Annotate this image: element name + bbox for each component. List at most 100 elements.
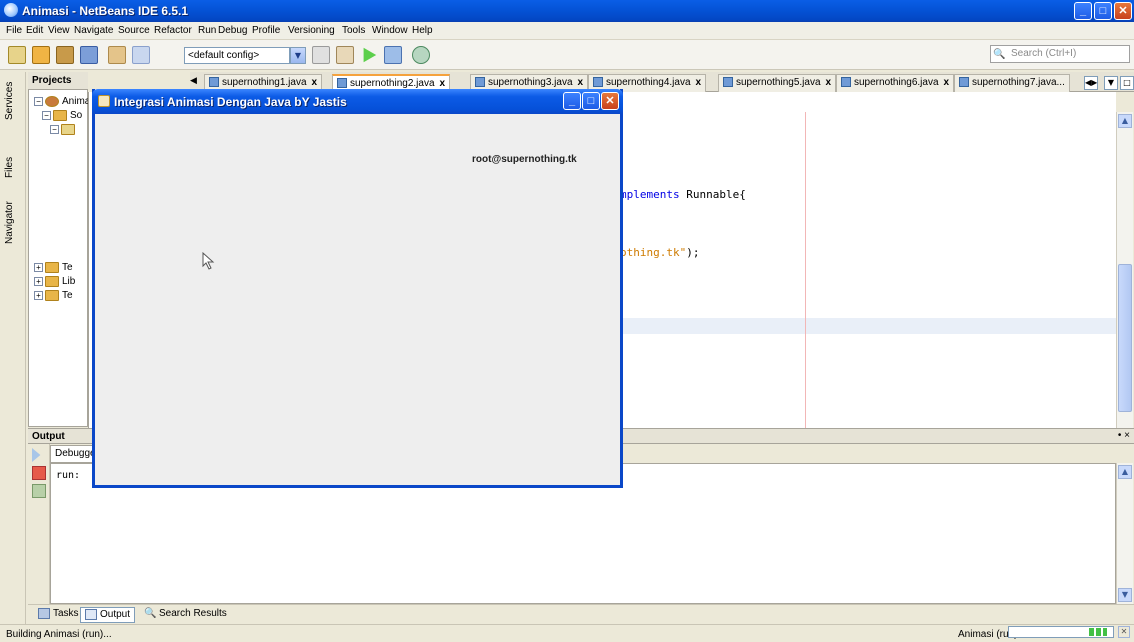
java-cup-icon	[98, 95, 110, 107]
tab-search-results[interactable]: 🔍 Search Results	[140, 607, 231, 623]
menu-profile[interactable]: Profile	[252, 25, 280, 36]
folder-icon	[45, 262, 59, 273]
menu-navigate[interactable]: Navigate	[74, 25, 113, 36]
close-tab-icon[interactable]: x	[826, 77, 832, 88]
debug-icon[interactable]	[384, 46, 402, 64]
tab-services[interactable]: Services	[4, 82, 15, 120]
tree-item-source[interactable]: − So	[42, 110, 82, 121]
search-placeholder: Search (Ctrl+I)	[1011, 48, 1077, 59]
current-line-highlight	[620, 318, 1116, 334]
tab-supernothing5[interactable]: supernothing5.java x	[718, 74, 837, 92]
java-window-title: Integrasi Animasi Dengan Java bY Jastis	[114, 95, 347, 109]
menu-view[interactable]: View	[48, 25, 70, 36]
progress-bar	[1008, 626, 1114, 638]
tree-item-package[interactable]: −	[50, 124, 78, 135]
tree-item-animasi[interactable]: − Animas	[34, 96, 95, 107]
collapse-icon[interactable]: −	[34, 97, 43, 106]
menu-edit[interactable]: Edit	[26, 25, 43, 36]
menu-debug[interactable]: Debug	[218, 25, 247, 36]
output-run-text: run:	[56, 470, 81, 481]
scroll-down-icon[interactable]: ▼	[1118, 588, 1132, 602]
scroll-thumb[interactable]	[1118, 264, 1132, 412]
java-close-button[interactable]: ✕	[601, 92, 619, 110]
expand-icon[interactable]: +	[34, 291, 43, 300]
close-tab-icon[interactable]: x	[696, 77, 702, 88]
tab-supernothing6[interactable]: supernothing6.java x	[836, 74, 955, 92]
close-tab-icon[interactable]: x	[440, 78, 446, 89]
status-bar: Building Animasi (run)... Animasi (run)	[0, 624, 1134, 642]
search-input[interactable]: 🔍 Search (Ctrl+I)	[990, 45, 1130, 63]
tree-item-label: Te	[62, 262, 73, 274]
tab-list-icon[interactable]: ▼	[1104, 76, 1118, 90]
menu-source[interactable]: Source	[118, 25, 150, 36]
tab-scroll-left-icon[interactable]: ◀	[190, 76, 197, 86]
folder-icon	[45, 290, 59, 301]
tab-navigator[interactable]: Navigator	[4, 201, 15, 244]
settings-icon[interactable]	[32, 484, 46, 498]
maximize-editor-icon[interactable]: □	[1120, 76, 1134, 90]
status-text: Building Animasi (run)...	[6, 629, 112, 640]
collapse-icon[interactable]: −	[50, 125, 59, 134]
menu-tools[interactable]: Tools	[342, 25, 365, 36]
menu-window[interactable]: Window	[372, 25, 408, 36]
tree-item-label: Te	[62, 290, 73, 302]
stop-icon[interactable]	[32, 466, 46, 480]
tree-item-label: Lib	[62, 276, 76, 288]
menu-help[interactable]: Help	[412, 25, 433, 36]
clean-build-icon[interactable]	[336, 46, 354, 64]
netbeans-app-icon	[4, 3, 18, 17]
scroll-up-icon[interactable]: ▲	[1118, 114, 1132, 128]
code-line-string: othing.tk");	[620, 246, 700, 259]
java-file-icon	[841, 77, 851, 88]
scroll-up-icon[interactable]: ▲	[1118, 465, 1132, 479]
java-maximize-button[interactable]: □	[582, 92, 600, 110]
open-project-icon[interactable]	[56, 46, 74, 64]
undo-icon[interactable]	[108, 46, 126, 64]
close-tab-icon[interactable]: x	[312, 77, 318, 88]
new-project-icon[interactable]	[32, 46, 50, 64]
profile-icon[interactable]	[412, 46, 430, 64]
tree-item-test-libraries[interactable]: + Te	[34, 290, 73, 301]
build-icon[interactable]	[312, 46, 330, 64]
editor-scrollbar[interactable]: ▲	[1116, 112, 1133, 428]
tab-output[interactable]: Output	[80, 607, 136, 623]
minimize-button[interactable]: _	[1074, 2, 1092, 20]
expand-icon[interactable]: +	[34, 277, 43, 286]
output-icon	[85, 609, 97, 620]
tree-item-test-packages[interactable]: + Te	[34, 262, 73, 273]
expand-icon[interactable]: +	[34, 263, 43, 272]
maximize-button[interactable]: □	[1094, 2, 1112, 20]
tab-scroll-icon[interactable]: ◀▶	[1084, 76, 1098, 90]
menu-file[interactable]: File	[6, 25, 22, 36]
java-minimize-button[interactable]: _	[563, 92, 581, 110]
search-icon: 🔍	[993, 49, 1006, 60]
rerun-icon[interactable]	[32, 448, 41, 462]
folder-icon	[45, 276, 59, 287]
cancel-task-icon[interactable]: ✕	[1118, 626, 1130, 638]
save-all-icon[interactable]	[80, 46, 98, 64]
side-tabs: Services Files Navigator	[0, 72, 26, 628]
tree-item-libraries[interactable]: + Lib	[34, 276, 75, 287]
tab-files[interactable]: Files	[4, 157, 15, 178]
redo-icon[interactable]	[132, 46, 150, 64]
menu-bar: File Edit View Navigate Source Refactor …	[0, 22, 1134, 40]
mouse-cursor-icon	[202, 252, 215, 270]
menu-run[interactable]: Run	[198, 25, 216, 36]
menu-refactor[interactable]: Refactor	[154, 25, 192, 36]
run-icon[interactable]	[363, 47, 377, 63]
menu-versioning[interactable]: Versioning	[288, 25, 335, 36]
output-scrollbar[interactable]: ▲ ▼	[1116, 463, 1133, 604]
java-file-icon	[475, 77, 485, 88]
tab-tasks[interactable]: Tasks	[34, 607, 83, 623]
new-file-icon[interactable]	[8, 46, 26, 64]
tab-supernothing7[interactable]: supernothing7.java...	[954, 74, 1070, 92]
close-button[interactable]: ✕	[1114, 2, 1132, 20]
close-tab-icon[interactable]: x	[944, 77, 950, 88]
java-window-title-bar[interactable]: Integrasi Animasi Dengan Java bY Jastis …	[92, 89, 623, 114]
close-tab-icon[interactable]: x	[578, 77, 584, 88]
chevron-down-icon[interactable]: ▼	[290, 47, 306, 64]
close-output-icon[interactable]: • ×	[1118, 430, 1130, 441]
collapse-icon[interactable]: −	[42, 111, 51, 120]
config-select[interactable]: <default config>	[184, 47, 290, 64]
java-file-icon	[593, 77, 603, 88]
